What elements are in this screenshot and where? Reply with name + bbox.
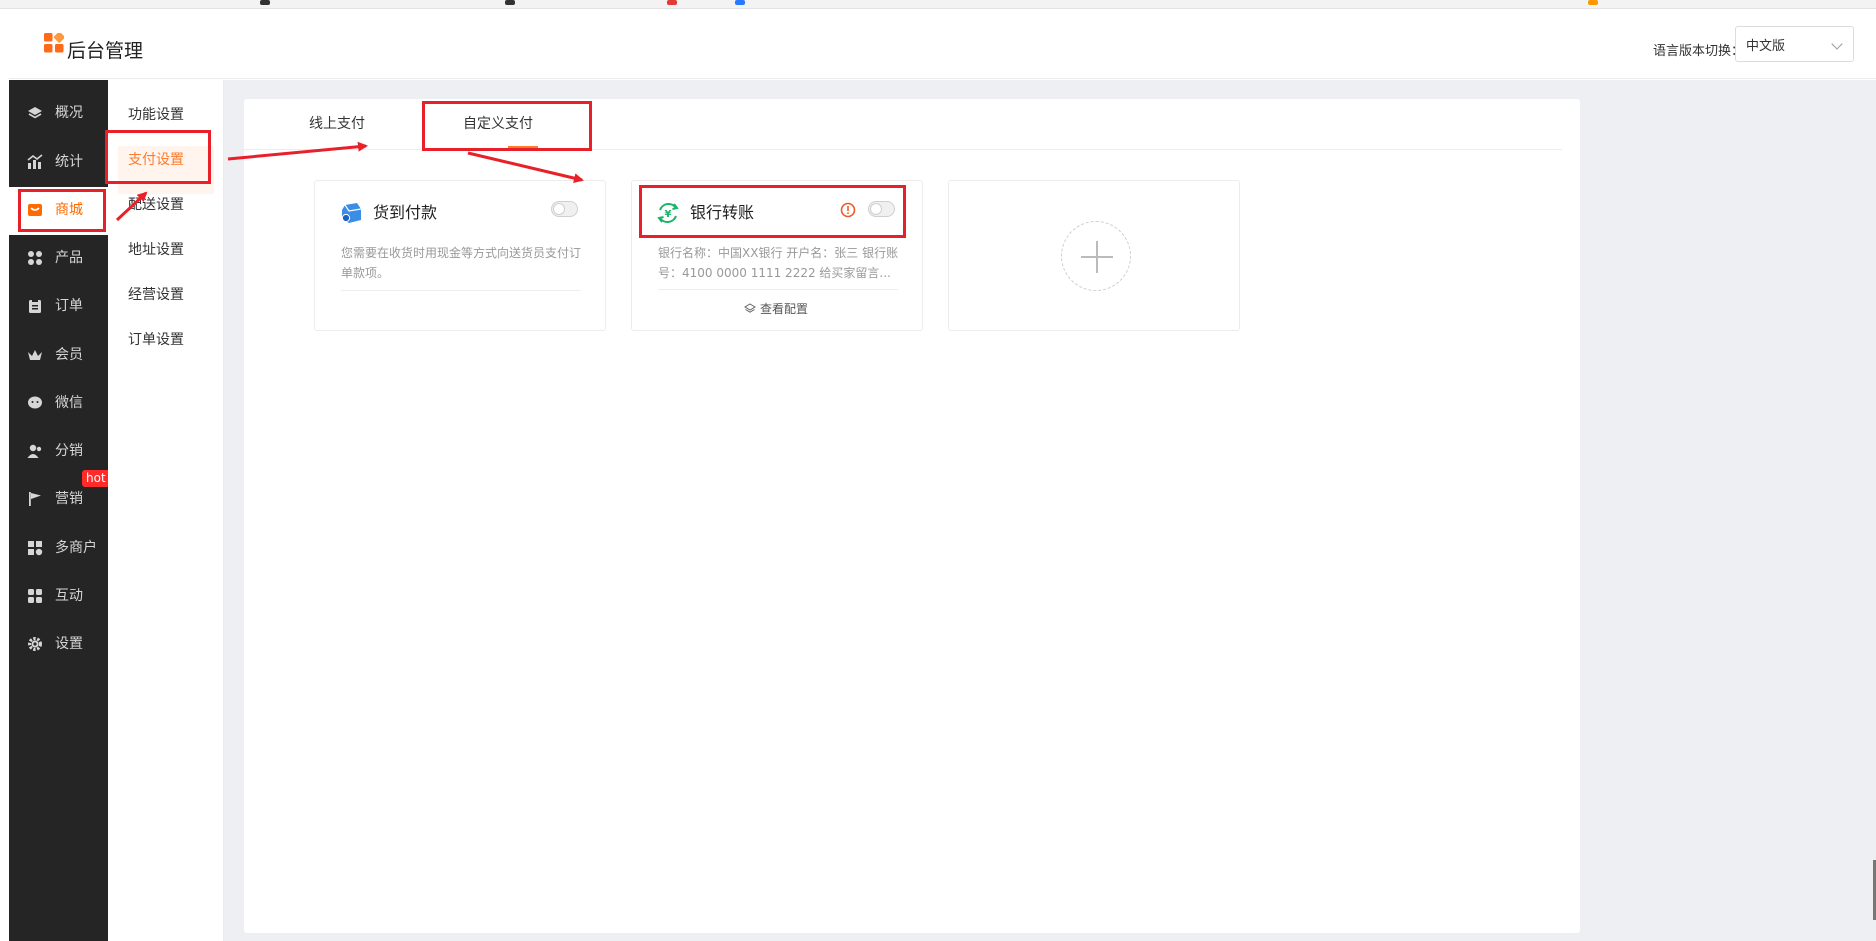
tab-custom-payment[interactable]: 自定义支付 (463, 114, 533, 134)
language-select-value: 中文版 (1746, 39, 1786, 54)
bookmark-icon[interactable] (1588, 0, 1598, 5)
sidebar-item-products[interactable]: 产品 (9, 235, 108, 283)
add-payment-card[interactable] (948, 180, 1240, 331)
svg-text:¥: ¥ (665, 209, 672, 220)
flag-icon (29, 492, 41, 506)
layers-icon (28, 107, 42, 119)
sidebar-item-label: 分销 (55, 443, 83, 459)
users-icon (27, 444, 42, 458)
clipboard-icon (29, 299, 41, 313)
sidebar-item-label: 产品 (55, 250, 83, 266)
app-title: 后台管理 (67, 40, 144, 62)
card-description: 银行名称：中国XX银行 开户名：张三 银行账号：4100 0000 1111 2… (658, 246, 899, 280)
submenu-item-function-settings[interactable]: 功能设置 (128, 106, 184, 124)
toggle-knob (553, 203, 565, 215)
sidebar-item-distribution[interactable]: 分销 (9, 428, 108, 476)
toggle-knob (870, 203, 882, 215)
payment-card-cash-on-delivery: 货到付款 您需要在收货时用现金等方式向送货员支付订单款项。 (314, 180, 606, 331)
tab-active-indicator (508, 146, 538, 148)
card-title: 银行转账 (690, 203, 755, 222)
tab-online-payment[interactable]: 线上支付 (309, 114, 365, 134)
layers-icon (744, 303, 756, 313)
sidebar-item-orders[interactable]: 订单 (9, 283, 108, 331)
top-header: 后台管理 语言版本切换： 中文版 (9, 9, 1876, 79)
store-icon (28, 541, 43, 556)
card-divider (658, 289, 898, 290)
sidebar-item-label: 会员 (55, 347, 83, 363)
sidebar-item-label: 设置 (55, 636, 83, 652)
submenu-item-payment-settings[interactable]: 支付设置 (128, 151, 184, 169)
submenu-item-address-settings[interactable]: 地址设置 (128, 241, 184, 259)
hot-badge: hot (82, 470, 110, 487)
cash-on-delivery-icon (341, 203, 362, 223)
crown-icon (28, 350, 42, 360)
bank-transfer-icon: ¥ (657, 203, 679, 223)
bank-transfer-toggle[interactable] (868, 201, 895, 217)
sidebar-item-label: 商城 (55, 202, 83, 218)
submenu-item-order-settings[interactable]: 订单设置 (128, 331, 184, 349)
sidebar-item-label: 营销 (55, 491, 83, 507)
sidebar-item-label: 微信 (55, 395, 83, 411)
payment-card-bank-transfer: ¥ 银行转账 银行名称：中国XX银行 开户名：张三 银行账号：4100 0000… (631, 180, 923, 331)
main-sidebar: 概况 统计 商城 产品 订单 会员 微信 分销 营销 多商户 互动 设置 hot (9, 80, 110, 941)
language-select[interactable]: 中文版 (1735, 26, 1854, 62)
sidebar-item-wechat[interactable]: 微信 (9, 380, 108, 428)
submenu-item-delivery-settings[interactable]: 配送设置 (128, 196, 184, 214)
sidebar-item-label: 概况 (55, 105, 83, 121)
cash-on-delivery-toggle[interactable] (551, 201, 578, 217)
warning-icon[interactable] (840, 202, 856, 218)
wechat-icon (28, 396, 42, 409)
plus-icon[interactable] (1061, 221, 1131, 291)
view-config-label: 查看配置 (760, 302, 809, 316)
bookmark-icon[interactable] (260, 0, 270, 5)
tabs-divider (244, 149, 1562, 150)
submenu-item-business-settings[interactable]: 经营设置 (128, 286, 184, 304)
card-description: 您需要在收货时用现金等方式向送货员支付订单款项。 (341, 246, 582, 280)
bookmark-icon[interactable] (735, 0, 745, 5)
sidebar-item-shop[interactable]: 商城 (9, 187, 108, 235)
sidebar-item-members[interactable]: 会员 (9, 332, 108, 380)
bookmark-icon[interactable] (505, 0, 515, 5)
sidebar-item-multi-merchant[interactable]: 多商户 (9, 525, 108, 573)
sidebar-item-stats[interactable]: 统计 (9, 139, 108, 187)
chevron-down-icon (1831, 38, 1843, 50)
grid-icon (28, 251, 42, 265)
logo-icon (44, 33, 64, 53)
apps-icon (28, 589, 42, 603)
sidebar-item-label: 多商户 (55, 540, 97, 556)
card-title: 货到付款 (373, 203, 438, 222)
sidebar-item-settings[interactable]: 设置 (9, 621, 108, 669)
gear-icon (28, 637, 42, 651)
plus-icon-vertical (1096, 241, 1098, 273)
sidebar-item-label: 统计 (55, 154, 83, 170)
bookmark-icon[interactable] (667, 0, 677, 5)
stats-icon (27, 154, 43, 169)
sidebar-item-interaction[interactable]: 互动 (9, 573, 108, 621)
browser-bookmark-strip (0, 0, 1876, 9)
shop-submenu: 功能设置 支付设置 配送设置 地址设置 经营设置 订单设置 (108, 80, 224, 941)
card-divider (341, 290, 581, 291)
sidebar-item-label: 订单 (55, 298, 83, 314)
sidebar-item-label: 互动 (55, 588, 83, 604)
sidebar-item-overview[interactable]: 概况 (9, 90, 108, 138)
shop-icon (28, 204, 42, 216)
language-label: 语言版本切换： (1653, 44, 1745, 59)
